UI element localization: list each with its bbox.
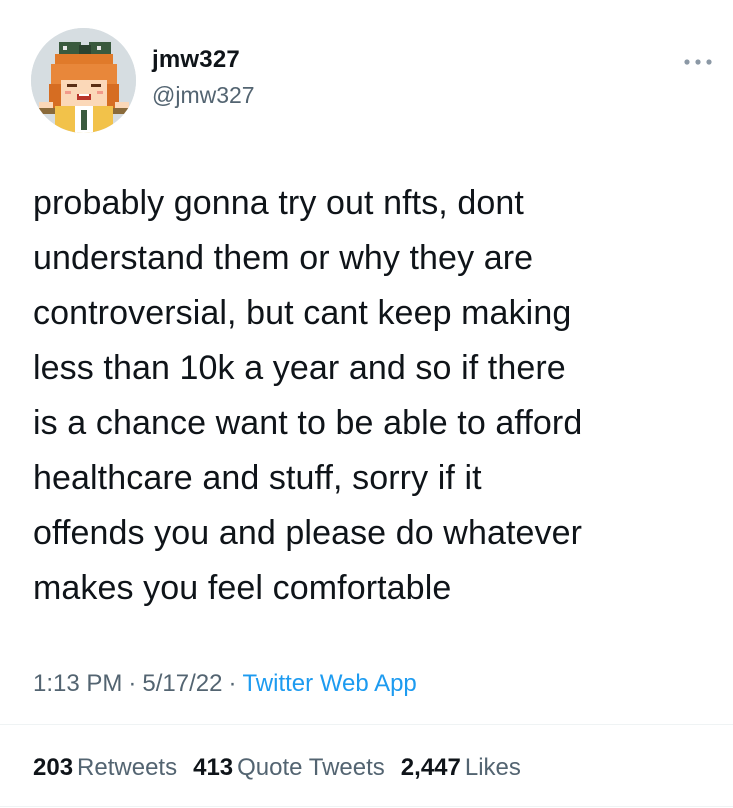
likes-count: 2,447 [400,754,461,781]
tweet-text: probably gonna try out nfts, dont unders… [33,176,723,616]
tweet-text-line: understand them or why they are [33,239,534,277]
tweet-meta: 1:13 PM · 5/17/22 · Twitter Web App [33,670,417,698]
retweets-stat[interactable]: 203 Retweets [33,754,177,782]
tweet-text-line: less than 10k a year and so if there [33,349,566,387]
divider [0,724,733,725]
tweet-source-link[interactable]: Twitter Web App [242,670,416,697]
retweets-count: 203 [33,754,74,781]
tweet-text-line: is a chance want to be able to afford [33,404,583,442]
quote-tweets-label: Quote Tweets [237,754,385,781]
tweet-time[interactable]: 1:13 PM [33,670,122,697]
tweet-text-line: controversial, but cant keep making [33,294,572,332]
quote-tweets-count: 413 [193,754,234,781]
retweets-label: Retweets [77,754,178,781]
meta-separator: · [128,670,137,697]
user-handle[interactable]: @jmw327 [152,82,255,109]
tweet-stats: 203 Retweets 413 Quote Tweets 2,447 Likes [33,754,537,782]
pixel-art-girl-avatar-icon [31,28,136,133]
meta-separator: · [228,670,237,697]
avatar[interactable] [31,28,136,133]
tweet: jmw327 @jmw327 probably gonna try out nf… [0,0,733,808]
tweet-date[interactable]: 5/17/22 [142,670,222,697]
likes-label: Likes [464,754,521,781]
quote-tweets-stat[interactable]: 413 Quote Tweets [193,754,385,782]
tweet-text-line: probably gonna try out nfts, dont [33,184,524,222]
more-options-icon[interactable] [683,55,713,67]
tweet-text-line: offends you and please do whatever [33,514,583,552]
tweet-text-line: healthcare and stuff, sorry if it [33,459,482,497]
likes-stat[interactable]: 2,447 Likes [401,754,521,782]
tweet-text-line: makes you feel comfortable [33,569,452,607]
display-name[interactable]: jmw327 [152,46,240,74]
divider [0,806,733,807]
